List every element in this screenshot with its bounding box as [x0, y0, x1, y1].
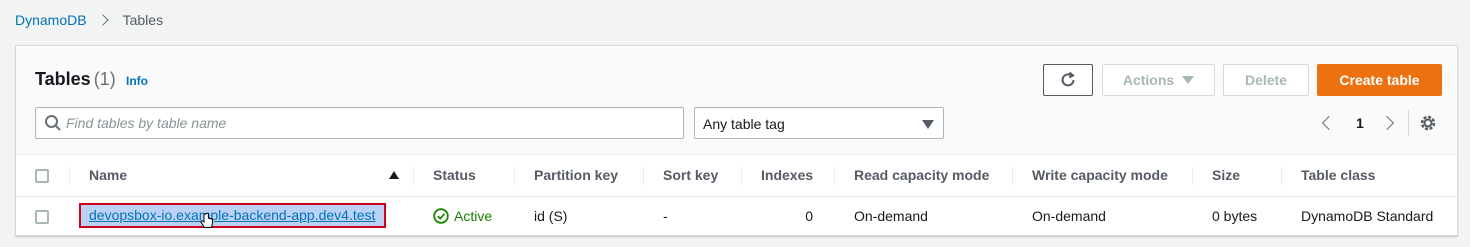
table-count: (1): [93, 69, 116, 89]
indexes-cell: 0: [805, 207, 813, 224]
column-header-indexes[interactable]: Indexes: [742, 155, 835, 196]
chevron-right-icon: [96, 14, 109, 26]
actions-button[interactable]: Actions: [1102, 64, 1215, 96]
divider: [1408, 110, 1409, 136]
column-header-partition-key[interactable]: Partition key: [515, 155, 644, 196]
next-page-button[interactable]: [1379, 112, 1395, 134]
refresh-icon: [1061, 71, 1075, 87]
table-tag-selected: Any table tag: [703, 116, 785, 132]
page-title: Tables (1): [35, 69, 116, 90]
create-table-button[interactable]: Create table: [1317, 64, 1442, 96]
name-cell: devopsbox-io.example-backend-app.dev4.te…: [70, 196, 414, 235]
search-field[interactable]: [35, 107, 684, 139]
gear-icon[interactable]: [1418, 113, 1438, 133]
column-header-size[interactable]: Size: [1193, 155, 1282, 196]
column-header-read-capacity-mode[interactable]: Read capacity mode: [835, 155, 1013, 196]
sort-ascending-icon: [389, 171, 399, 179]
tables-panel: Tables (1) Info Actions Delete Create tab…: [15, 45, 1458, 236]
caret-down-icon: [1182, 76, 1195, 84]
size-cell: 0 bytes: [1212, 207, 1258, 224]
delete-button[interactable]: Delete: [1223, 64, 1309, 96]
status-text: Active: [454, 207, 493, 224]
search-input[interactable]: [66, 108, 676, 138]
row-checkbox[interactable]: [35, 209, 49, 224]
table-name-link[interactable]: devopsbox-io.example-backend-app.dev4.te…: [79, 203, 387, 229]
search-icon: [45, 115, 61, 131]
row-select-cell: [16, 196, 70, 235]
write-capacity-mode-cell: On-demand: [1032, 207, 1106, 224]
breadcrumb-current: Tables: [122, 12, 164, 28]
chevron-right-icon: [1379, 115, 1395, 131]
column-header-write-capacity-mode[interactable]: Write capacity mode: [1013, 155, 1193, 196]
chevron-left-icon: [1321, 115, 1337, 131]
breadcrumb: DynamoDB Tables: [15, 11, 163, 29]
refresh-button[interactable]: [1043, 64, 1093, 96]
previous-page-button[interactable]: [1321, 112, 1337, 134]
table-tag-select[interactable]: Any table tag: [694, 107, 944, 139]
actions-label: Actions: [1122, 72, 1175, 88]
table-header-row: Name Status Partition key Sort key Index…: [16, 155, 1457, 196]
status-badge: Active: [433, 208, 515, 224]
panel-header: Tables (1) Info Actions Delete Create tab…: [16, 46, 1457, 155]
table-class-cell: DynamoDB Standard: [1301, 207, 1434, 224]
select-all-header: [16, 155, 70, 196]
breadcrumb-dynamodb-link[interactable]: DynamoDB: [15, 12, 87, 28]
column-header-status[interactable]: Status: [414, 155, 515, 196]
check-circle-icon: [433, 208, 449, 224]
read-capacity-mode-cell: On-demand: [854, 207, 928, 224]
info-link[interactable]: Info: [126, 74, 148, 88]
title-text: Tables: [35, 69, 91, 89]
column-header-table-class[interactable]: Table class: [1282, 155, 1457, 196]
table-row: devopsbox-io.example-backend-app.dev4.te…: [16, 196, 1457, 235]
tables-table: Name Status Partition key Sort key Index…: [16, 155, 1457, 235]
column-header-sort-key[interactable]: Sort key: [644, 155, 742, 196]
current-page-number[interactable]: 1: [1356, 112, 1364, 134]
hand-cursor-icon: [200, 212, 213, 228]
column-header-name[interactable]: Name: [70, 155, 414, 196]
caret-down-icon: [922, 120, 934, 129]
select-all-checkbox[interactable]: [35, 169, 49, 184]
status-cell: Active: [414, 196, 515, 235]
sort-key-cell: -: [663, 207, 668, 224]
partition-key-cell: id (S): [534, 207, 568, 224]
